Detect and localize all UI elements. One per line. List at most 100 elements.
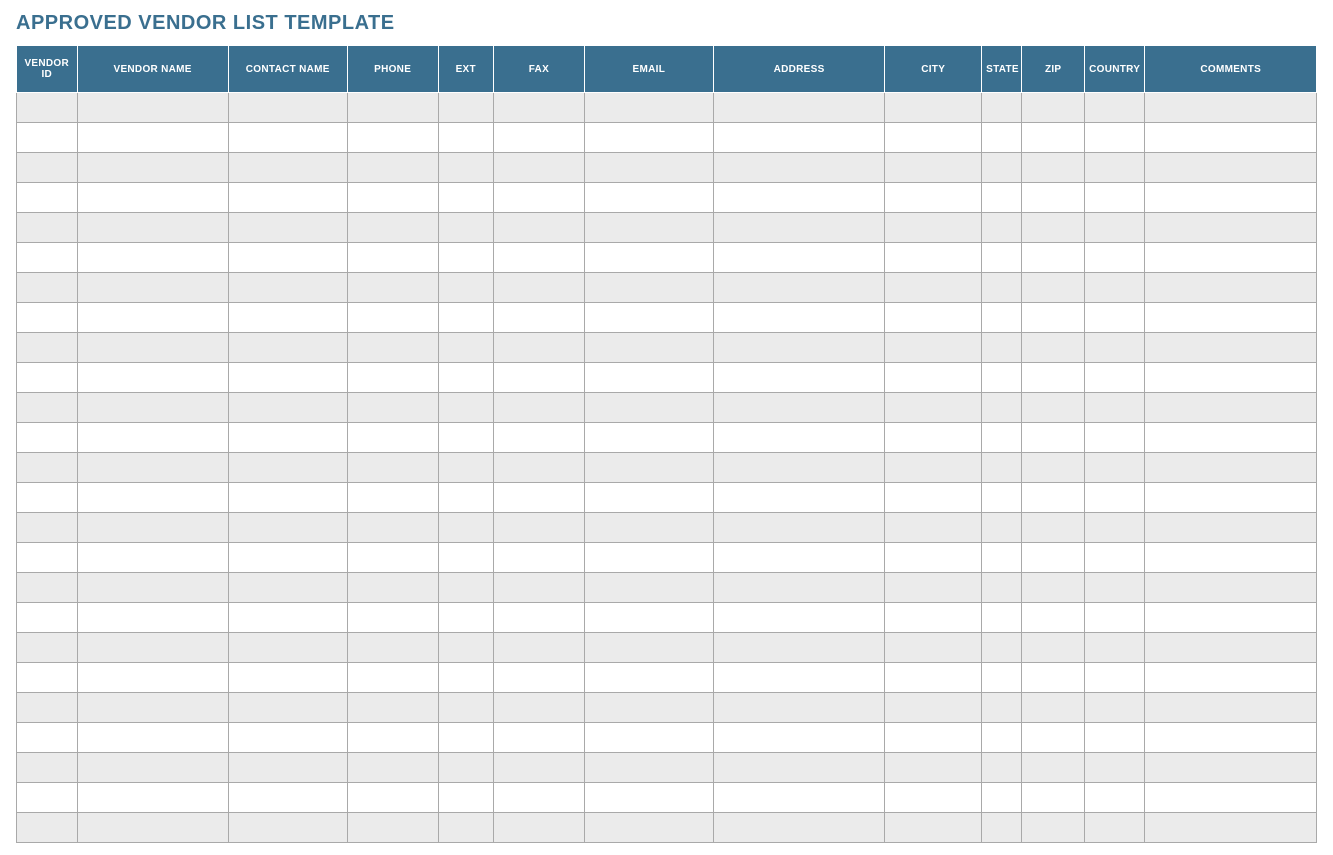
cell-state[interactable] [982,633,1022,663]
cell-state[interactable] [982,243,1022,273]
cell-phone[interactable] [347,633,438,663]
cell-vendor_id[interactable] [17,513,78,543]
cell-email[interactable] [584,663,713,693]
cell-phone[interactable] [347,543,438,573]
cell-zip[interactable] [1022,573,1085,603]
cell-address[interactable] [713,483,884,513]
cell-phone[interactable] [347,753,438,783]
cell-fax[interactable] [494,813,585,843]
cell-vendor_name[interactable] [77,693,228,723]
cell-fax[interactable] [494,603,585,633]
cell-country[interactable] [1084,153,1145,183]
cell-city[interactable] [885,603,982,633]
cell-phone[interactable] [347,183,438,213]
cell-state[interactable] [982,483,1022,513]
cell-ext[interactable] [438,273,493,303]
cell-zip[interactable] [1022,783,1085,813]
cell-city[interactable] [885,813,982,843]
cell-address[interactable] [713,513,884,543]
cell-country[interactable] [1084,753,1145,783]
cell-contact_name[interactable] [228,753,347,783]
cell-contact_name[interactable] [228,243,347,273]
cell-phone[interactable] [347,273,438,303]
cell-ext[interactable] [438,693,493,723]
cell-comments[interactable] [1145,453,1317,483]
cell-state[interactable] [982,273,1022,303]
cell-vendor_name[interactable] [77,303,228,333]
cell-vendor_id[interactable] [17,663,78,693]
cell-state[interactable] [982,573,1022,603]
cell-vendor_id[interactable] [17,153,78,183]
cell-vendor_name[interactable] [77,393,228,423]
cell-vendor_id[interactable] [17,363,78,393]
cell-state[interactable] [982,723,1022,753]
cell-fax[interactable] [494,213,585,243]
cell-vendor_name[interactable] [77,483,228,513]
cell-comments[interactable] [1145,513,1317,543]
cell-ext[interactable] [438,363,493,393]
cell-phone[interactable] [347,243,438,273]
cell-fax[interactable] [494,483,585,513]
cell-email[interactable] [584,123,713,153]
cell-country[interactable] [1084,423,1145,453]
cell-address[interactable] [713,753,884,783]
cell-contact_name[interactable] [228,783,347,813]
cell-contact_name[interactable] [228,813,347,843]
cell-vendor_name[interactable] [77,723,228,753]
cell-country[interactable] [1084,693,1145,723]
cell-city[interactable] [885,183,982,213]
cell-ext[interactable] [438,213,493,243]
cell-vendor_name[interactable] [77,513,228,543]
cell-city[interactable] [885,663,982,693]
cell-state[interactable] [982,513,1022,543]
cell-comments[interactable] [1145,93,1317,123]
cell-zip[interactable] [1022,663,1085,693]
cell-state[interactable] [982,423,1022,453]
cell-country[interactable] [1084,603,1145,633]
cell-zip[interactable] [1022,273,1085,303]
cell-vendor_id[interactable] [17,603,78,633]
cell-city[interactable] [885,93,982,123]
cell-fax[interactable] [494,363,585,393]
cell-email[interactable] [584,273,713,303]
cell-email[interactable] [584,153,713,183]
cell-comments[interactable] [1145,753,1317,783]
cell-city[interactable] [885,723,982,753]
cell-city[interactable] [885,573,982,603]
cell-country[interactable] [1084,93,1145,123]
cell-ext[interactable] [438,513,493,543]
cell-fax[interactable] [494,303,585,333]
cell-zip[interactable] [1022,723,1085,753]
cell-fax[interactable] [494,723,585,753]
cell-fax[interactable] [494,753,585,783]
cell-ext[interactable] [438,813,493,843]
cell-vendor_name[interactable] [77,363,228,393]
cell-contact_name[interactable] [228,543,347,573]
cell-country[interactable] [1084,483,1145,513]
cell-zip[interactable] [1022,483,1085,513]
cell-address[interactable] [713,213,884,243]
cell-phone[interactable] [347,723,438,753]
cell-country[interactable] [1084,513,1145,543]
cell-email[interactable] [584,183,713,213]
cell-email[interactable] [584,573,713,603]
cell-country[interactable] [1084,453,1145,483]
cell-city[interactable] [885,633,982,663]
cell-city[interactable] [885,783,982,813]
cell-contact_name[interactable] [228,573,347,603]
cell-zip[interactable] [1022,393,1085,423]
cell-phone[interactable] [347,663,438,693]
cell-fax[interactable] [494,393,585,423]
cell-ext[interactable] [438,663,493,693]
cell-city[interactable] [885,693,982,723]
cell-email[interactable] [584,333,713,363]
cell-zip[interactable] [1022,693,1085,723]
cell-phone[interactable] [347,213,438,243]
cell-phone[interactable] [347,393,438,423]
cell-phone[interactable] [347,93,438,123]
cell-fax[interactable] [494,573,585,603]
cell-address[interactable] [713,363,884,393]
cell-ext[interactable] [438,783,493,813]
cell-state[interactable] [982,813,1022,843]
cell-vendor_id[interactable] [17,453,78,483]
